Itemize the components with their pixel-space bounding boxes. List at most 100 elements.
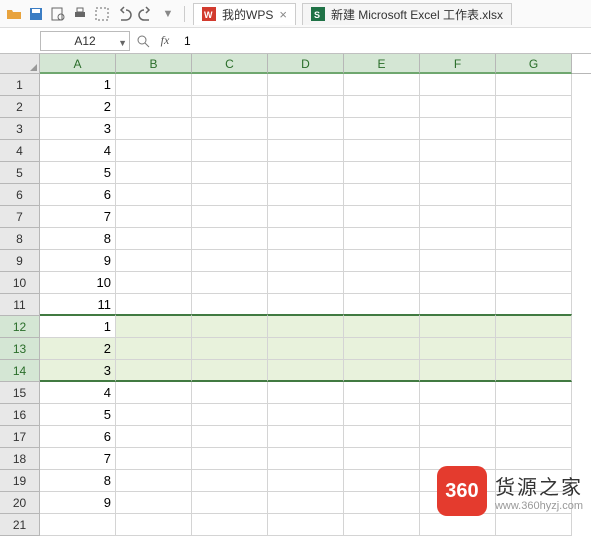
cell-B2[interactable] [116,96,192,118]
cell-A6[interactable]: 6 [40,184,116,206]
cell-B17[interactable] [116,426,192,448]
cell-G13[interactable] [496,338,572,360]
cell-F15[interactable] [420,382,496,404]
column-header-G[interactable]: G [496,54,572,74]
cell-D3[interactable] [268,118,344,140]
cell-G15[interactable] [496,382,572,404]
cell-B11[interactable] [116,294,192,316]
cell-D13[interactable] [268,338,344,360]
cell-F7[interactable] [420,206,496,228]
cell-E14[interactable] [344,360,420,382]
cell-G12[interactable] [496,314,572,338]
undo-icon[interactable] [116,6,132,22]
cell-D12[interactable] [268,314,344,338]
cell-C21[interactable] [192,514,268,536]
row-header-21[interactable]: 21 [0,514,40,536]
cell-C12[interactable] [192,314,268,338]
cell-E2[interactable] [344,96,420,118]
cell-E11[interactable] [344,294,420,316]
row-header-13[interactable]: 13 [0,338,40,360]
cell-D10[interactable] [268,272,344,294]
cell-C1[interactable] [192,74,268,96]
zoom-icon[interactable] [134,32,152,50]
row-header-18[interactable]: 18 [0,448,40,470]
cell-E10[interactable] [344,272,420,294]
cell-G7[interactable] [496,206,572,228]
cell-G11[interactable] [496,294,572,316]
cell-B1[interactable] [116,74,192,96]
cell-E19[interactable] [344,470,420,492]
cell-C10[interactable] [192,272,268,294]
close-icon[interactable]: × [279,7,287,22]
cell-C17[interactable] [192,426,268,448]
cell-B15[interactable] [116,382,192,404]
cell-F9[interactable] [420,250,496,272]
cell-B12[interactable] [116,314,192,338]
cell-G9[interactable] [496,250,572,272]
cell-C16[interactable] [192,404,268,426]
cell-B3[interactable] [116,118,192,140]
cell-D17[interactable] [268,426,344,448]
cell-C9[interactable] [192,250,268,272]
cell-G3[interactable] [496,118,572,140]
cell-D4[interactable] [268,140,344,162]
cell-D18[interactable] [268,448,344,470]
row-header-8[interactable]: 8 [0,228,40,250]
cell-D7[interactable] [268,206,344,228]
cell-G14[interactable] [496,360,572,382]
cell-F14[interactable] [420,360,496,382]
cell-D8[interactable] [268,228,344,250]
row-header-16[interactable]: 16 [0,404,40,426]
cell-F21[interactable] [420,514,496,536]
cell-G17[interactable] [496,426,572,448]
row-header-2[interactable]: 2 [0,96,40,118]
preview-icon[interactable] [50,6,66,22]
cell-E9[interactable] [344,250,420,272]
cell-E16[interactable] [344,404,420,426]
cell-C6[interactable] [192,184,268,206]
cell-A21[interactable] [40,514,116,536]
cell-D19[interactable] [268,470,344,492]
cell-B19[interactable] [116,470,192,492]
cell-E17[interactable] [344,426,420,448]
cell-F13[interactable] [420,338,496,360]
cell-A17[interactable]: 6 [40,426,116,448]
cell-F10[interactable] [420,272,496,294]
name-box[interactable]: A12 ▼ [40,31,130,51]
cell-E18[interactable] [344,448,420,470]
cell-C14[interactable] [192,360,268,382]
cell-E8[interactable] [344,228,420,250]
row-header-20[interactable]: 20 [0,492,40,514]
cell-F3[interactable] [420,118,496,140]
cell-B18[interactable] [116,448,192,470]
column-header-B[interactable]: B [116,54,192,74]
column-header-E[interactable]: E [344,54,420,74]
cell-A5[interactable]: 5 [40,162,116,184]
column-header-D[interactable]: D [268,54,344,74]
cell-A4[interactable]: 4 [40,140,116,162]
cell-E13[interactable] [344,338,420,360]
cell-F5[interactable] [420,162,496,184]
cell-A10[interactable]: 10 [40,272,116,294]
cell-D16[interactable] [268,404,344,426]
cell-C3[interactable] [192,118,268,140]
row-header-1[interactable]: 1 [0,74,40,96]
cell-A19[interactable]: 8 [40,470,116,492]
cell-B5[interactable] [116,162,192,184]
cell-B21[interactable] [116,514,192,536]
tab-excel[interactable]: S 新建 Microsoft Excel 工作表.xlsx [302,3,512,25]
cell-B8[interactable] [116,228,192,250]
row-header-11[interactable]: 11 [0,294,40,316]
select-all-corner[interactable] [0,54,40,74]
cell-F8[interactable] [420,228,496,250]
cell-B16[interactable] [116,404,192,426]
cell-A13[interactable]: 2 [40,338,116,360]
overflow-icon[interactable]: ▼ [160,6,176,22]
row-header-5[interactable]: 5 [0,162,40,184]
cell-D21[interactable] [268,514,344,536]
cell-E15[interactable] [344,382,420,404]
formula-input[interactable] [178,31,587,51]
cell-F11[interactable] [420,294,496,316]
column-header-C[interactable]: C [192,54,268,74]
cell-E20[interactable] [344,492,420,514]
